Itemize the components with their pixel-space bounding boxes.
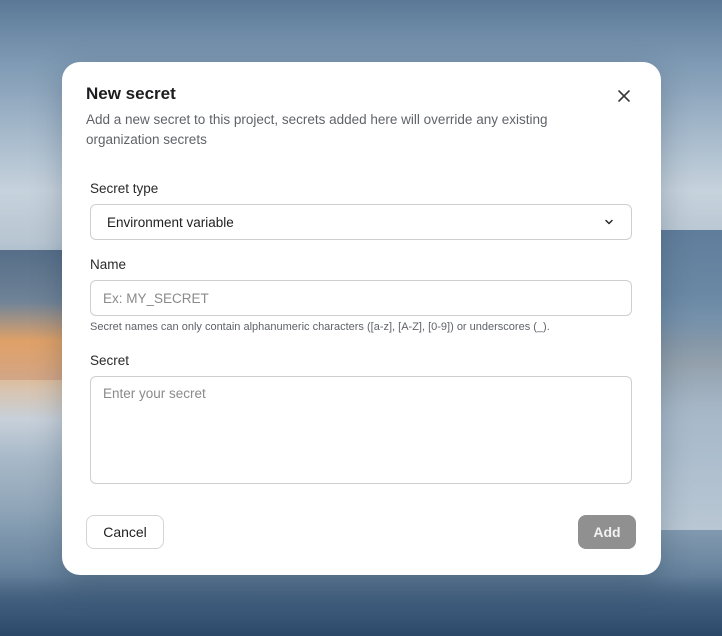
name-label: Name — [90, 257, 127, 272]
secret-label: Secret — [90, 353, 130, 368]
background-right-band — [652, 230, 722, 530]
chevron-down-icon — [603, 216, 615, 228]
name-input[interactable] — [90, 280, 632, 316]
close-icon — [618, 90, 630, 102]
secret-type-label: Secret type — [90, 181, 159, 196]
secret-textarea[interactable] — [90, 376, 632, 484]
secret-type-value: Environment variable — [107, 214, 234, 230]
new-secret-dialog: New secret Add a new secret to this proj… — [62, 62, 661, 575]
cancel-button[interactable]: Cancel — [86, 515, 164, 549]
name-hint: Secret names can only contain alphanumer… — [90, 321, 550, 333]
secret-type-select[interactable]: Environment variable — [90, 204, 632, 240]
add-button[interactable]: Add — [578, 515, 636, 549]
dialog-description: Add a new secret to this project, secret… — [86, 112, 548, 147]
background-bottom-band — [0, 576, 722, 636]
dialog-title: New secret — [86, 84, 176, 103]
close-button[interactable] — [612, 84, 636, 108]
